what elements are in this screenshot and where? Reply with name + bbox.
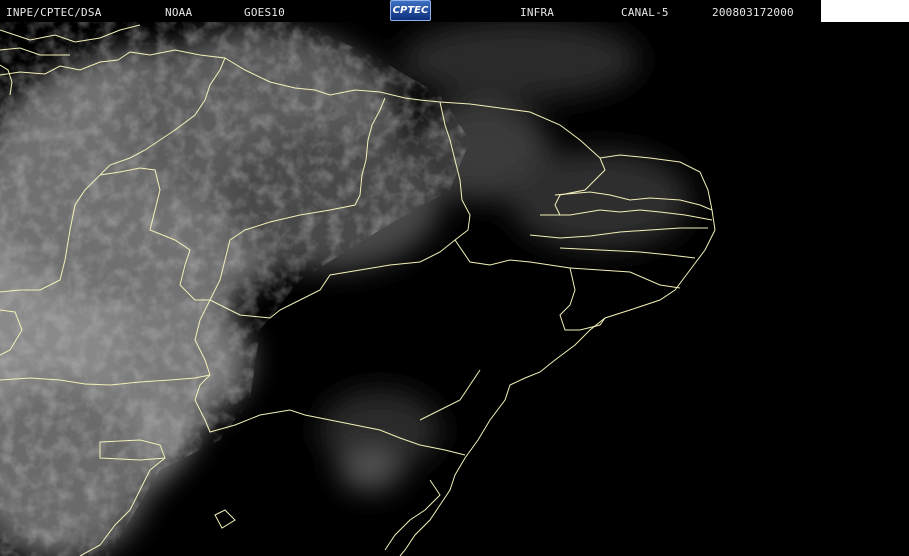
satellite-map xyxy=(0,22,909,556)
channel-label: CANAL-5 xyxy=(621,6,669,19)
source-label: INPE/CPTEC/DSA xyxy=(6,6,102,19)
agency-label: NOAA xyxy=(165,6,193,19)
blank-panel xyxy=(821,0,909,22)
product-label: INFRA xyxy=(520,6,555,19)
header-bar: INPE/CPTEC/DSA NOAA GOES10 CPTEC INFRA C… xyxy=(0,0,909,22)
timestamp-label: 200803172000 xyxy=(712,6,794,19)
cptec-logo[interactable]: CPTEC xyxy=(390,0,431,21)
satellite-label: GOES10 xyxy=(244,6,285,19)
